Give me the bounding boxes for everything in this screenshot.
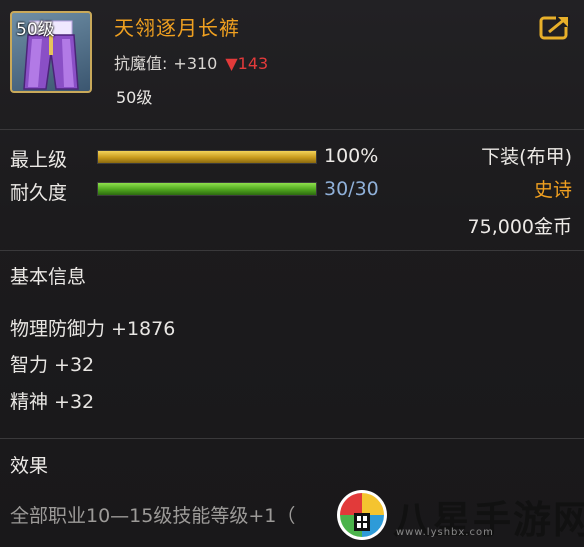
share-icon <box>539 15 570 40</box>
required-level: 50级 <box>116 88 153 107</box>
effect-text: 全部职业10—15级技能等级+1（ <box>10 505 296 527</box>
basic-info-title: 基本信息 <box>10 266 87 288</box>
divider <box>0 250 584 251</box>
watermark-logo <box>336 489 388 545</box>
durability-value: 30/30 <box>324 178 379 200</box>
divider <box>0 129 584 130</box>
share-button[interactable] <box>538 13 572 41</box>
attr-intelligence: 智力 +32 <box>10 354 95 376</box>
watermark-url: www.lyshbx.com <box>396 527 494 538</box>
resist-down-value: ▼143 <box>225 54 269 73</box>
durability-label: 耐久度 <box>10 182 68 204</box>
item-tooltip-panel: 50级 天翎逐月长裤 抗魔值: +310 ▼143 50级 最上级 100% 耐久度… <box>0 0 584 547</box>
sell-price: 75,000金币 <box>467 216 572 238</box>
item-level-badge: 50级 <box>16 20 55 40</box>
max-level-bar-fill <box>98 151 316 163</box>
max-level-bar <box>97 150 317 164</box>
resist-value: +310 <box>173 54 218 73</box>
attr-physical-defense: 物理防御力 +1876 <box>10 318 176 340</box>
durability-bar <box>97 182 317 196</box>
max-level-value: 100% <box>324 145 379 167</box>
durability-bar-fill <box>98 183 316 195</box>
equipment-slot: 下装(布甲) <box>481 146 572 168</box>
divider <box>0 438 584 439</box>
resist-line: 抗魔值: +310 ▼143 <box>114 50 268 74</box>
effect-title: 效果 <box>10 455 49 477</box>
resist-label: 抗魔值: <box>114 54 168 73</box>
item-name: 天翎逐月长裤 <box>114 16 240 40</box>
attr-spirit: 精神 +32 <box>10 391 95 413</box>
purple-pants-icon: 50级 <box>10 11 92 93</box>
rarity-label: 史诗 <box>533 179 572 201</box>
max-level-label: 最上级 <box>10 149 68 171</box>
